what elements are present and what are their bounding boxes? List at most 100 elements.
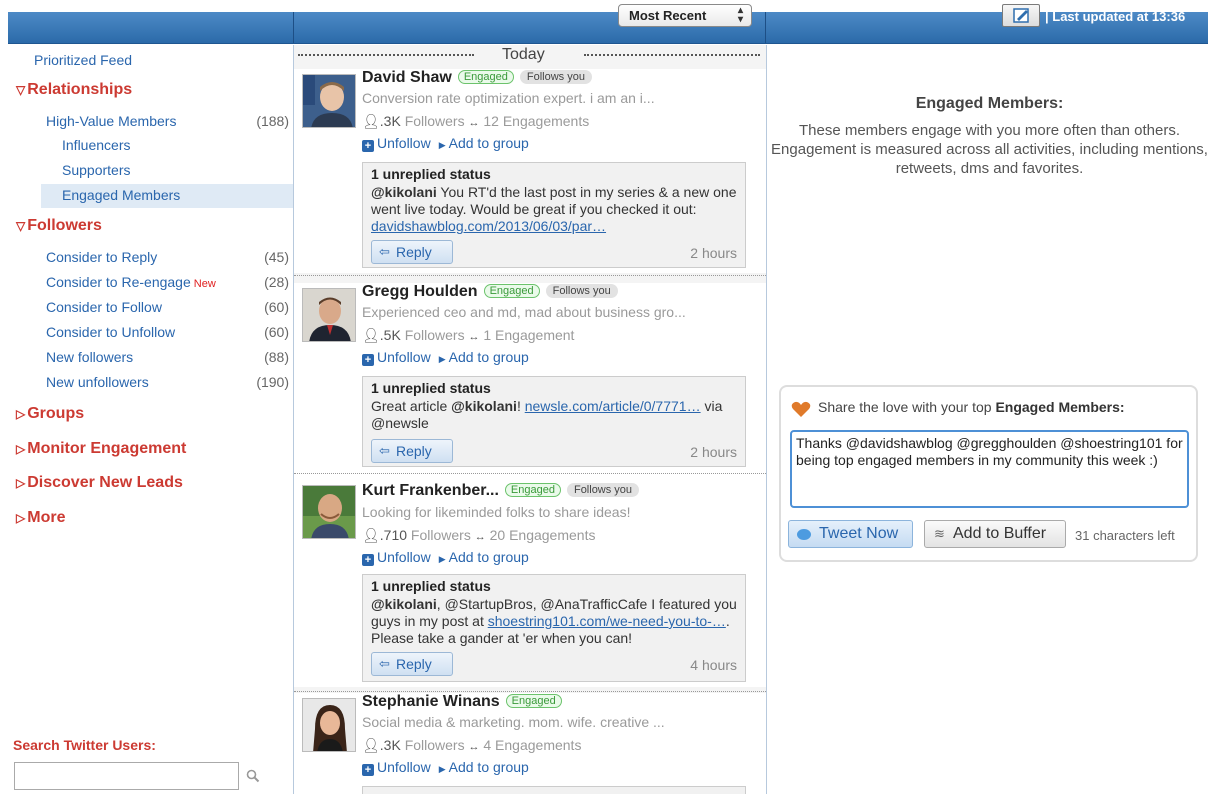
tweet-now-label: Tweet Now — [819, 525, 899, 542]
sidebar-item-consider-reengage[interactable]: Consider to Re-engage New — [46, 274, 216, 290]
card-separator — [294, 691, 766, 692]
sidebar-item-engaged-members[interactable]: Engaged Members — [62, 187, 180, 203]
unfollow-link[interactable]: Unfollow — [377, 349, 431, 365]
status-text: Great article @kikolani! newsle.com/arti… — [371, 398, 741, 432]
status-box: 1 unreplied status @kikolani You RT'd th… — [362, 162, 746, 268]
sidebar-section-more[interactable]: ▷ More — [16, 509, 65, 527]
member-name[interactable]: Stephanie Winans Engaged — [362, 693, 562, 711]
status-title: 1 unreplied status — [371, 166, 491, 182]
sidebar-section-relationships[interactable]: ▽ Relationships — [16, 81, 132, 99]
select-arrows-icon: ▴ ▾ — [737, 5, 743, 25]
member-name[interactable]: Kurt Frankenber... Engaged Follows you — [362, 482, 640, 500]
share-textarea[interactable]: Thanks @davidshawblog @gregghoulden @sho… — [790, 430, 1189, 508]
sidebar-item-prioritized-feed[interactable]: Prioritized Feed — [34, 52, 132, 68]
sidebar-count: (190) — [256, 374, 289, 390]
speech-bubble-icon — [797, 529, 811, 540]
engaged-badge: Engaged — [457, 70, 514, 84]
top-bar-divider — [293, 12, 294, 43]
engagements-count: 4 Engagements — [483, 737, 582, 753]
followers-label: Followers — [410, 527, 471, 543]
reply-label: Reply — [396, 244, 432, 260]
member-card: Kurt Frankenber... Engaged Follows you Loo… — [294, 477, 766, 687]
add-to-buffer-button[interactable]: ≋ Add to Buffer — [924, 520, 1066, 548]
person-icon: 👤︎ — [362, 527, 380, 543]
mention[interactable]: @kikolani — [371, 596, 437, 612]
avatar[interactable] — [302, 74, 356, 128]
mention[interactable]: @kikolani — [451, 398, 517, 414]
member-name[interactable]: Gregg Houlden Engaged Follows you — [362, 283, 618, 301]
triangle-right-icon: ▷ — [16, 476, 26, 490]
sidebar-count: (45) — [264, 249, 289, 265]
followers-label: Followers — [404, 113, 465, 129]
member-feed: Today David Shaw Engaged Follows you Conve… — [294, 45, 766, 794]
member-stats: 👤︎.710 Followers ↔ 20 Engagements — [362, 527, 595, 544]
avatar[interactable] — [302, 698, 356, 752]
reply-label: Reply — [396, 656, 432, 672]
member-name[interactable]: David Shaw Engaged Follows you — [362, 69, 592, 87]
status-title: 1 unreplied status — [371, 578, 491, 594]
engaged-badge: Engaged — [504, 483, 561, 497]
search-icon[interactable] — [245, 768, 261, 784]
compose-button[interactable] — [1002, 4, 1040, 27]
reply-button[interactable]: ⇦ Reply — [371, 652, 453, 676]
avatar[interactable] — [302, 485, 356, 539]
sidebar-item-influencers[interactable]: Influencers — [62, 137, 130, 153]
status-box: 1 unreplied status Great article @kikola… — [362, 376, 746, 467]
buffer-stack-icon: ≋ — [934, 526, 945, 541]
sidebar-item-consider-follow[interactable]: Consider to Follow — [46, 299, 162, 315]
section-label: Monitor Engagement — [27, 440, 187, 457]
unfollow-link[interactable]: Unfollow — [377, 549, 431, 565]
member-stats: 👤︎.5K Followers ↔ 1 Engagement — [362, 327, 574, 344]
sidebar-item-high-value-members[interactable]: High-Value Members — [46, 113, 176, 129]
reply-label: Reply — [396, 443, 432, 459]
search-label: Search Twitter Users: — [13, 737, 156, 753]
status-link[interactable]: newsle.com/article/0/7771… — [525, 398, 701, 414]
followers-count: .3K — [379, 737, 401, 753]
sidebar-section-followers[interactable]: ▽ Followers — [16, 217, 102, 235]
sidebar-item-new-followers[interactable]: New followers — [46, 349, 133, 365]
add-to-group-link[interactable]: Add to group — [449, 135, 529, 151]
sidebar-section-discover[interactable]: ▷ Discover New Leads — [16, 474, 183, 492]
right-panel: Engaged Members: These members engage wi… — [767, 45, 1212, 794]
sidebar-item-consider-reply[interactable]: Consider to Reply — [46, 249, 157, 265]
day-separator: Today — [294, 45, 766, 65]
avatar[interactable] — [302, 288, 356, 342]
add-to-group-link[interactable]: Add to group — [449, 349, 529, 365]
status-link[interactable]: davidshawblog.com/2013/06/03/par… — [371, 218, 606, 234]
mention[interactable]: @kikolani — [371, 184, 437, 200]
sidebar-item-consider-unfollow[interactable]: Consider to Unfollow — [46, 324, 175, 340]
sidebar-item-label: Consider to Re-engage — [46, 274, 191, 290]
unfollow-link[interactable]: Unfollow — [377, 135, 431, 151]
engagement-arrows-icon: ↔ — [474, 531, 486, 543]
member-actions: + Unfollow ▶ Add to group — [362, 349, 529, 366]
sidebar-item-supporters[interactable]: Supporters — [62, 162, 130, 178]
add-to-buffer-label: Add to Buffer — [953, 525, 1047, 542]
section-label: Groups — [27, 405, 85, 422]
sidebar-item-new-unfollowers[interactable]: New unfollowers — [46, 374, 149, 390]
status-box — [362, 786, 746, 794]
member-bio: Conversion rate optimization expert. i a… — [362, 90, 655, 106]
add-to-group-link[interactable]: Add to group — [449, 759, 529, 775]
top-bar-divider — [765, 12, 766, 43]
status-body: Great article — [371, 398, 452, 414]
search-input[interactable] — [14, 762, 239, 790]
engaged-badge: Engaged — [505, 694, 562, 708]
status-time: 2 hours — [690, 444, 737, 460]
reply-icon: ⇦ — [379, 443, 390, 458]
sort-select[interactable]: Most Recent ▴ ▾ — [618, 4, 752, 27]
dotted-line — [584, 54, 760, 56]
add-to-group-link[interactable]: Add to group — [449, 549, 529, 565]
triangle-right-icon: ▷ — [16, 407, 26, 421]
sidebar-section-monitor[interactable]: ▷ Monitor Engagement — [16, 440, 186, 458]
sidebar-section-groups[interactable]: ▷ Groups — [16, 405, 84, 423]
unfollow-link[interactable]: Unfollow — [377, 759, 431, 775]
triangle-down-icon: ▽ — [16, 83, 26, 97]
sidebar: Prioritized Feed ▽ Relationships High-Val… — [8, 45, 294, 794]
followers-label: Followers — [404, 327, 465, 343]
member-card: Gregg Houlden Engaged Follows you Experien… — [294, 283, 766, 479]
reply-button[interactable]: ⇦ Reply — [371, 240, 453, 264]
status-link[interactable]: shoestring101.com/we-need-you-to-… — [488, 613, 726, 629]
reply-button[interactable]: ⇦ Reply — [371, 439, 453, 463]
engagement-arrows-icon: ↔ — [468, 331, 480, 343]
tweet-now-button[interactable]: Tweet Now — [788, 520, 913, 548]
